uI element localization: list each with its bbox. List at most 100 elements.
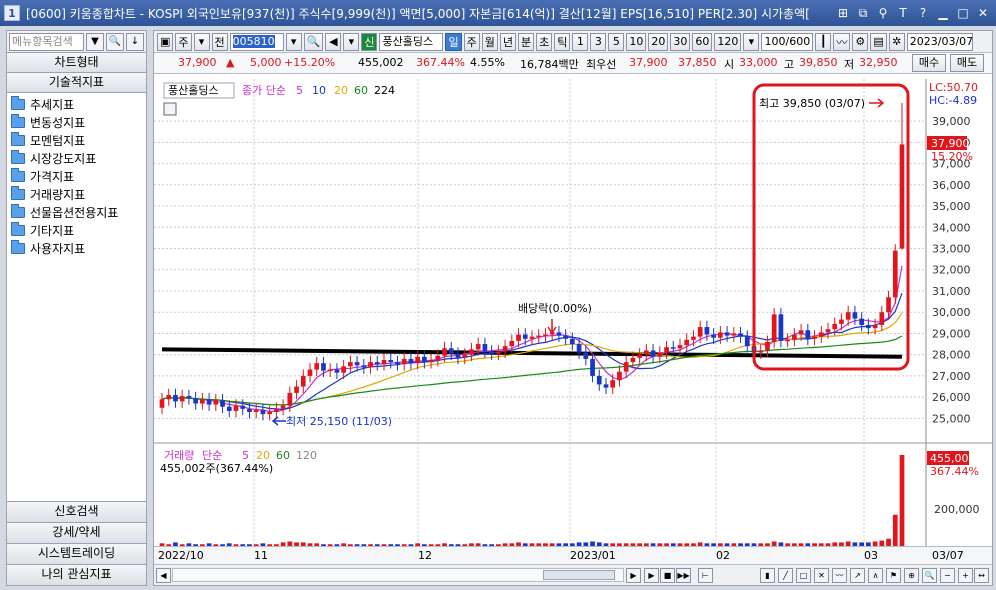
gear-icon[interactable]: ✲ bbox=[888, 32, 905, 51]
tree-item[interactable]: 선물옵션전용지표 bbox=[11, 203, 142, 221]
tab-my-indicators[interactable]: 나의 관심지표 bbox=[7, 564, 146, 585]
zoom-out-icon[interactable]: − bbox=[940, 568, 955, 583]
x-axis-current-date: 03/07 bbox=[932, 549, 964, 562]
minimize-icon[interactable]: ▁ bbox=[934, 4, 952, 22]
dropdown-icon[interactable]: ▾ bbox=[343, 32, 360, 51]
search-icon[interactable]: 🔍 bbox=[303, 32, 324, 51]
line-chart-icon[interactable]: 〰 bbox=[833, 32, 851, 51]
pin-icon[interactable]: ⚲ bbox=[874, 4, 892, 22]
dropdown-icon[interactable]: ▾ bbox=[285, 32, 302, 51]
link-icon[interactable]: ⊞ bbox=[834, 4, 852, 22]
candle-body bbox=[334, 369, 340, 373]
tree-item[interactable]: 변동성지표 bbox=[11, 113, 142, 131]
tree-item[interactable]: 추세지표 bbox=[11, 95, 142, 113]
tab-tech-indicator[interactable]: 기술적지표 bbox=[7, 73, 146, 93]
tree-item[interactable]: 가격지표 bbox=[11, 167, 142, 185]
buy-button[interactable]: 매수 bbox=[912, 54, 946, 72]
tab-strength[interactable]: 강세/약세 bbox=[7, 522, 146, 543]
download-icon[interactable]: ↓ bbox=[126, 32, 144, 51]
interval-button[interactable]: 5 bbox=[608, 32, 625, 51]
period-day[interactable]: 일 bbox=[445, 32, 462, 51]
period-month[interactable]: 월 bbox=[481, 32, 498, 51]
tool-icon[interactable]: ⚑ bbox=[886, 568, 901, 583]
candle-body bbox=[529, 336, 535, 339]
line-icon[interactable]: ╱ bbox=[778, 568, 793, 583]
stock-type-select[interactable]: 주 bbox=[175, 32, 192, 51]
square-icon[interactable]: □ bbox=[796, 568, 811, 583]
candle-body bbox=[623, 362, 629, 372]
layout-icon[interactable]: ▣ bbox=[157, 32, 174, 51]
market-select[interactable]: 전 bbox=[211, 32, 228, 51]
chart-scrollbar[interactable] bbox=[172, 568, 624, 582]
interval-button[interactable]: 60 bbox=[692, 32, 713, 51]
crosshair-icon[interactable]: ⊕ bbox=[904, 568, 919, 583]
candle-body bbox=[442, 348, 447, 356]
dropdown-icon[interactable]: ▼ bbox=[86, 32, 104, 51]
tab-system-trading[interactable]: 시스템트레이딩 bbox=[7, 543, 146, 564]
tree-item[interactable]: 거래량지표 bbox=[11, 185, 142, 203]
interval-button[interactable]: 10 bbox=[626, 32, 647, 51]
scroll-thumb[interactable] bbox=[543, 570, 615, 580]
candle-body bbox=[563, 335, 568, 339]
sell-button[interactable]: 매도 bbox=[950, 54, 984, 72]
wave-icon[interactable]: 〰 bbox=[832, 568, 847, 583]
search-icon[interactable]: 🔍 bbox=[106, 32, 124, 51]
scroll-right-icon[interactable]: ▶ bbox=[626, 568, 641, 583]
period-tick[interactable]: 틱 bbox=[554, 32, 571, 51]
settings-icon[interactable]: ⚙ bbox=[852, 32, 869, 51]
sound-icon[interactable]: ◀ bbox=[325, 32, 342, 51]
dropdown-icon[interactable]: ▾ bbox=[193, 32, 210, 51]
credit-badge[interactable]: 신 bbox=[361, 32, 378, 51]
y-tick-label: 29,000 bbox=[932, 327, 971, 340]
save-icon[interactable]: ▤ bbox=[870, 32, 887, 51]
zoom-icon[interactable]: 🔍 bbox=[922, 568, 937, 583]
tree-item[interactable]: 기타지표 bbox=[11, 221, 142, 239]
period-week[interactable]: 주 bbox=[463, 32, 480, 51]
help-icon[interactable]: ? bbox=[914, 4, 932, 22]
candle-body bbox=[226, 406, 232, 411]
period-minute[interactable]: 분 bbox=[517, 32, 535, 51]
period-second[interactable]: 초 bbox=[536, 32, 553, 51]
bar-chart-icon[interactable]: ▮ bbox=[760, 568, 775, 583]
stop-icon[interactable]: ■ bbox=[660, 568, 675, 583]
interval-button[interactable]: 1 bbox=[572, 32, 589, 51]
scroll-left-icon[interactable]: ◀ bbox=[156, 568, 171, 583]
tree-item[interactable]: 모멘텀지표 bbox=[11, 131, 142, 149]
vol-ma-120: 120 bbox=[296, 449, 317, 462]
candle-body bbox=[274, 408, 279, 413]
restore-icon[interactable]: ⧉ bbox=[854, 4, 872, 22]
folder-icon bbox=[11, 95, 25, 110]
price-chart[interactable]: 39,00038,00037,00036,00035,00034,00033,0… bbox=[154, 75, 992, 555]
table-icon[interactable] bbox=[163, 102, 177, 116]
zoom-slider-icon[interactable]: ⊢ bbox=[698, 568, 713, 583]
resize-icon[interactable]: ↔ bbox=[974, 568, 989, 583]
interval-button[interactable]: 3 bbox=[590, 32, 607, 51]
stock-code-input[interactable]: 005810 bbox=[229, 32, 284, 51]
data-count-input[interactable]: 100/600 bbox=[761, 32, 814, 51]
dropdown-icon[interactable]: ▾ bbox=[743, 32, 760, 51]
trend-icon[interactable]: ↗ bbox=[850, 568, 865, 583]
candle-body bbox=[435, 355, 441, 360]
date-input[interactable]: 2023/03/07 bbox=[906, 32, 973, 51]
tree-item[interactable]: 시장강도지표 bbox=[11, 149, 142, 167]
tree-item[interactable]: 사용자지표 bbox=[11, 239, 142, 257]
high-price: 39,850 bbox=[799, 56, 838, 69]
font-icon[interactable]: T bbox=[894, 4, 912, 22]
period-year[interactable]: 년 bbox=[499, 32, 516, 51]
candle-body bbox=[321, 363, 326, 371]
maximize-icon[interactable]: □ bbox=[954, 4, 972, 22]
zoom-in-icon[interactable]: + bbox=[958, 568, 973, 583]
window-title: [0600] 키움종합차트 - KOSPI 외국인보유[937(천)] 주식수[… bbox=[26, 6, 810, 21]
menu-search-input[interactable]: 메뉴항목검색 bbox=[9, 32, 84, 51]
cross-icon[interactable]: ✕ bbox=[814, 568, 829, 583]
interval-button[interactable]: 120 bbox=[714, 32, 742, 51]
tab-signal-search[interactable]: 신호검색 bbox=[7, 501, 146, 522]
fast-forward-icon[interactable]: ▶▶ bbox=[676, 568, 691, 583]
peak-icon[interactable]: ∧ bbox=[868, 568, 883, 583]
candle-icon[interactable]: ┃ bbox=[815, 32, 832, 51]
interval-button[interactable]: 20 bbox=[648, 32, 669, 51]
play-icon[interactable]: ▶ bbox=[644, 568, 659, 583]
interval-button[interactable]: 30 bbox=[670, 32, 691, 51]
close-icon[interactable]: ✕ bbox=[974, 4, 992, 22]
tab-chart-type[interactable]: 차트형태 bbox=[7, 53, 146, 73]
